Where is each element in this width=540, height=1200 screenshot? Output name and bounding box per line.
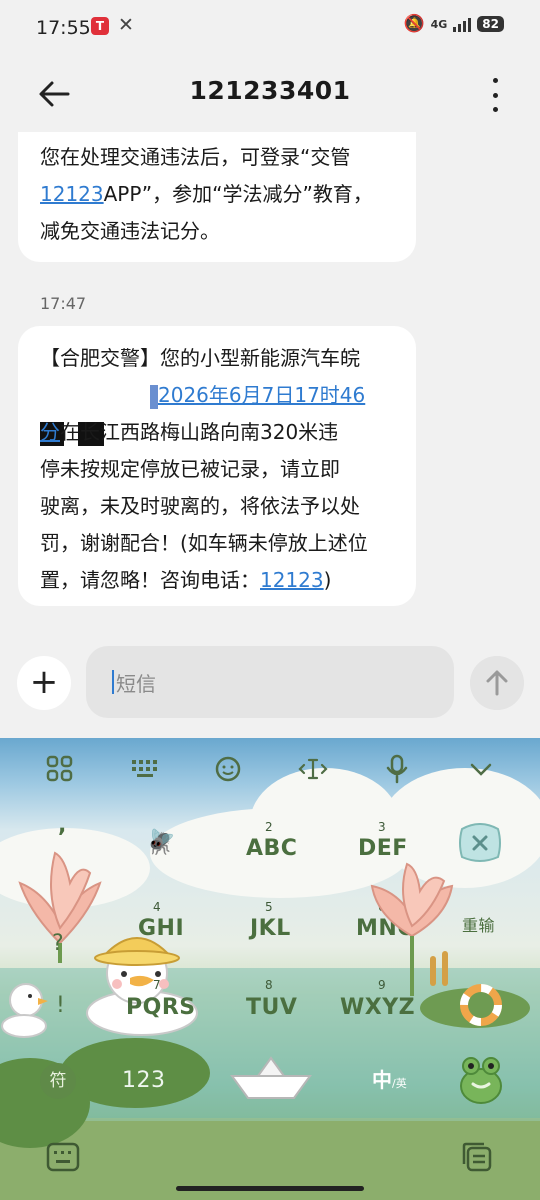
- hide-keyboard-icon[interactable]: [46, 1142, 80, 1172]
- message-bubble[interactable]: 【合肥交警】您的小型新能源汽车皖 2026年6月7日17时46 分在长江西路梅山…: [18, 326, 416, 606]
- message-line-partial: …………………: [40, 132, 394, 139]
- message-line: 置，请忽略！咨询电话：12123): [40, 568, 332, 592]
- cursor-move-icon[interactable]: [298, 752, 328, 786]
- home-indicator[interactable]: [176, 1186, 364, 1191]
- duck-decoration: [86, 937, 198, 1036]
- keyboard-icon[interactable]: [130, 752, 160, 786]
- keyboard: , 🪰 2 ABC 3 DEF ? 4 GHI 5 JKL 6 MNO 重输: [0, 738, 540, 1200]
- send-arrow-icon[interactable]: [470, 656, 524, 710]
- message-line: 罚，谢谢配合！(如车辆未停放上述位: [40, 531, 368, 555]
- redacted-plate: [60, 385, 150, 409]
- lifebuoy-icon[interactable]: [460, 984, 502, 1026]
- key-punct[interactable]: ,: [58, 813, 67, 838]
- key-123[interactable]: 123: [122, 1068, 166, 1093]
- message-line: 2026年6月7日17时46: [40, 377, 394, 414]
- key-num: 8: [265, 978, 273, 992]
- compose-bar: + 短信: [0, 642, 540, 738]
- input-placeholder: 短信: [116, 672, 156, 696]
- key-num: 3: [378, 820, 386, 834]
- tesla-app-icon: T: [91, 17, 109, 35]
- key-pqrs[interactable]: PQRS: [126, 995, 196, 1020]
- conversation-header: 121233401: [0, 56, 540, 132]
- dragonfly-decoration: 🪰: [146, 828, 176, 856]
- message-line: 【合肥交警】您的小型新能源汽车皖: [40, 346, 360, 370]
- message-timestamp: 17:47: [40, 294, 87, 313]
- key-abc[interactable]: ABC: [246, 836, 297, 861]
- signal-icon: [453, 16, 472, 32]
- phone-link[interactable]: 12123: [260, 568, 324, 592]
- message-line: 12123APP”，参加“学法减分”教育，: [40, 182, 373, 206]
- mute-icon: 🔕: [403, 14, 425, 34]
- message-input[interactable]: 短信: [86, 646, 454, 718]
- date-link[interactable]: 2026年6月7日17时46: [158, 383, 365, 407]
- key-wxyz[interactable]: WXYZ: [340, 995, 415, 1020]
- battery-level: 82: [477, 16, 504, 32]
- status-time: 17:55: [36, 17, 91, 39]
- duckling-decoration: [1, 983, 48, 1038]
- message-line: 停未按规定停放已被记录，请立即: [40, 457, 340, 481]
- message-list[interactable]: ………………… 您在处理交通违法后，可登录“交管 12123APP”，参加“学法…: [0, 132, 540, 642]
- chevron-down-icon[interactable]: [468, 752, 494, 786]
- key-lang[interactable]: 中/英: [372, 1064, 407, 1093]
- app-link[interactable]: 12123: [40, 182, 104, 206]
- key-symbols[interactable]: 符: [40, 1063, 76, 1099]
- more-vertical-icon[interactable]: [490, 78, 500, 112]
- key-tuv[interactable]: TUV: [246, 995, 297, 1020]
- close-x-icon: ✕: [118, 14, 134, 36]
- paper-boat-icon[interactable]: [228, 1056, 314, 1104]
- key-num: 5: [265, 900, 273, 914]
- frog-enter-icon[interactable]: [456, 1054, 506, 1106]
- key-reenter[interactable]: 重输: [462, 912, 495, 936]
- key-jkl[interactable]: JKL: [250, 916, 291, 941]
- status-bar: 17:55 T ✕ 🔕 4G 82: [0, 0, 540, 56]
- clipboard-icon[interactable]: [460, 1140, 494, 1174]
- contact-number: 121233401: [189, 76, 351, 105]
- message-line: 您在处理交通违法后，可登录“交管: [40, 145, 351, 169]
- mic-icon[interactable]: [384, 752, 410, 786]
- key-num: 4: [153, 900, 161, 914]
- grid-icon[interactable]: [46, 752, 74, 786]
- message-bubble[interactable]: ………………… 您在处理交通违法后，可登录“交管 12123APP”，参加“学法…: [18, 132, 416, 262]
- key-num: 2: [265, 820, 273, 834]
- network-type: 4G: [430, 17, 448, 31]
- plus-icon[interactable]: +: [17, 656, 71, 710]
- message-line: 驶离，未及时驶离的，将依法予以处: [40, 494, 360, 518]
- status-right: 🔕 4G 82: [403, 14, 504, 34]
- key-exclaim[interactable]: !: [56, 993, 65, 1018]
- text-caret: [112, 670, 114, 694]
- message-line: 分在长江西路梅山路向南320米违: [40, 420, 339, 444]
- key-num: 9: [378, 978, 386, 992]
- delete-icon[interactable]: [458, 823, 502, 863]
- emoji-icon[interactable]: [214, 752, 242, 786]
- key-num: 7: [153, 978, 161, 992]
- message-line: 减免交通违法记分。: [40, 219, 220, 243]
- lotus-decoration: [370, 862, 454, 996]
